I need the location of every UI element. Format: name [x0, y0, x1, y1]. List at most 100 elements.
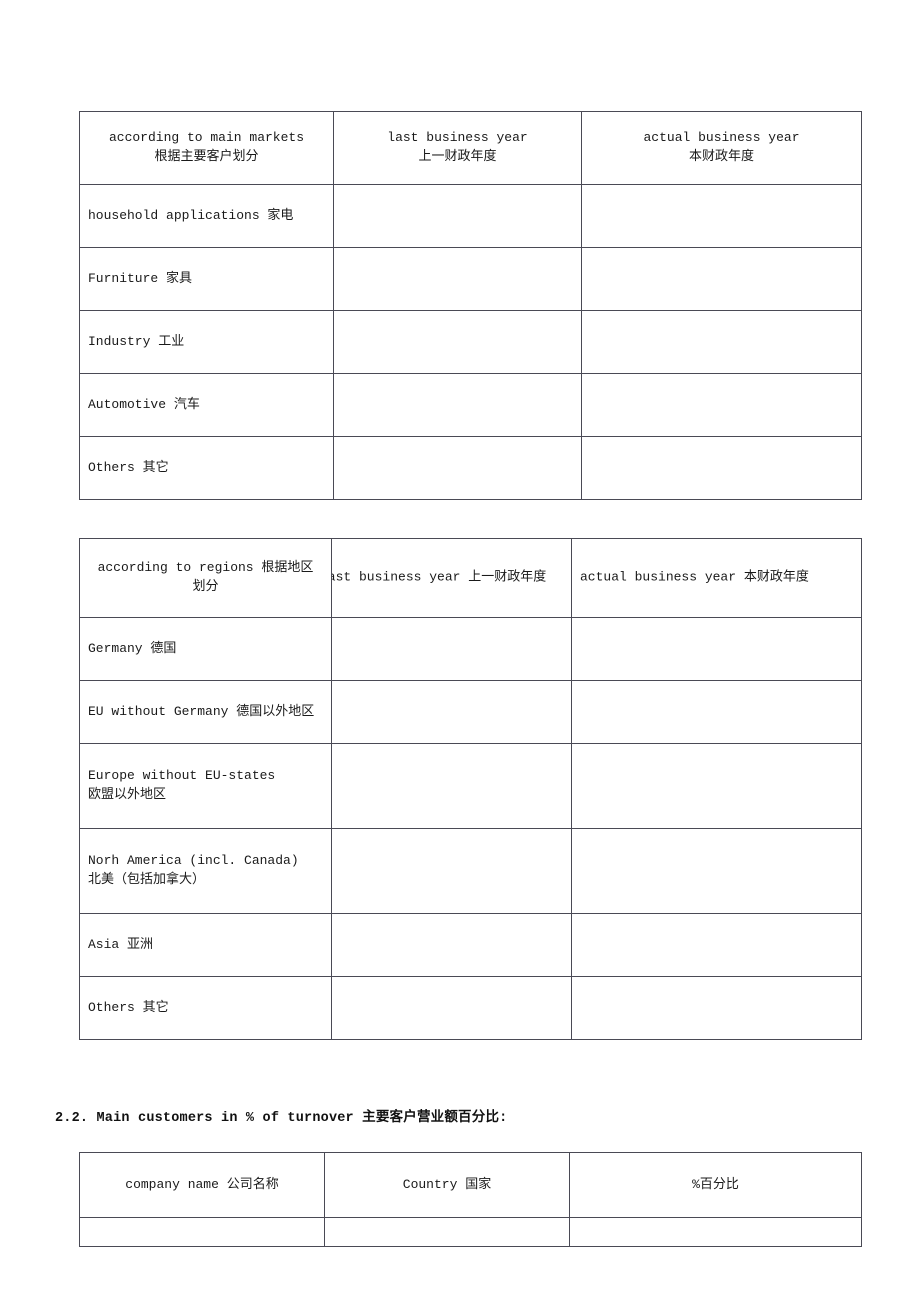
input-cell-actual-business-year[interactable] — [571, 976, 862, 1040]
input-cell-actual-business-year[interactable] — [571, 617, 862, 681]
row-label-line-1: Europe without EU-states — [88, 768, 276, 784]
cell-value — [325, 1226, 569, 1238]
cell-value — [582, 462, 861, 474]
table-row: Industry 工业 — [79, 310, 862, 374]
row-label-text: Others 其它 — [88, 999, 169, 1015]
input-cell-last-business-year[interactable] — [333, 184, 582, 248]
row-label-line-1: Norh America (incl. Canada) — [88, 853, 299, 869]
table-row: Others 其它 — [79, 976, 862, 1040]
cell-value — [332, 706, 571, 718]
input-cell-actual-business-year[interactable] — [571, 743, 862, 829]
input-cell-last-business-year[interactable] — [333, 310, 582, 374]
header-en: according to main markets — [108, 130, 305, 146]
input-cell-last-business-year[interactable] — [331, 680, 572, 744]
input-cell-last-business-year[interactable] — [333, 247, 582, 311]
row-label-asia: Asia 亚洲 — [79, 913, 332, 977]
row-label-industry: Industry 工业 — [79, 310, 334, 374]
header-cell-last-business-year: last business year 上一财政年度 — [331, 538, 572, 618]
input-cell-last-business-year[interactable] — [331, 913, 572, 977]
input-cell-last-business-year[interactable] — [331, 617, 572, 681]
cell-value — [332, 865, 571, 877]
cell-value — [332, 780, 571, 792]
cell-value — [572, 1002, 861, 1014]
cell-value — [582, 210, 861, 222]
header-en: actual business year — [643, 130, 800, 146]
table-row: Europe without EU-states 欧盟以外地区 — [79, 743, 862, 829]
table-main-markets: according to main markets 根据主要客户划分 last … — [79, 111, 862, 500]
heading-main-customers: 2.2. Main customers in % of turnover 主要客… — [55, 1111, 508, 1126]
row-label-household-applications: household applications 家电 — [79, 184, 334, 248]
row-label-others: Others 其它 — [79, 976, 332, 1040]
header-cell-last-business-year: last business year 上一财政年度 — [333, 111, 582, 185]
cell-value — [572, 939, 861, 951]
row-label-text: Automotive 汽车 — [88, 396, 200, 412]
input-cell-last-business-year[interactable] — [333, 373, 582, 437]
cell-value — [334, 399, 581, 411]
cell-value — [582, 399, 861, 411]
row-label-text: Industry 工业 — [88, 333, 185, 349]
table-row: Others 其它 — [79, 436, 862, 500]
header-zh: 上一财政年度 — [418, 149, 497, 164]
row-label-text: Others 其它 — [88, 459, 169, 475]
cell-value — [572, 780, 861, 792]
input-cell-last-business-year[interactable] — [331, 828, 572, 914]
header-cell-actual-business-year: actual business year 本财政年度 — [581, 111, 862, 185]
table-row-header: company name 公司名称 Country 国家 %百分比 — [79, 1152, 862, 1218]
input-cell-actual-business-year[interactable] — [581, 184, 862, 248]
input-cell-actual-business-year[interactable] — [571, 680, 862, 744]
row-label-text: household applications 家电 — [88, 207, 294, 223]
header-cell-company-name: company name 公司名称 — [79, 1152, 325, 1218]
row-label-text: Asia 亚洲 — [88, 936, 154, 952]
table-row — [79, 1217, 862, 1247]
input-cell-last-business-year[interactable] — [333, 436, 582, 500]
cell-value — [572, 706, 861, 718]
table-main-customers: company name 公司名称 Country 国家 %百分比 — [79, 1152, 862, 1247]
table-row: Asia 亚洲 — [79, 913, 862, 977]
table-row: Automotive 汽车 — [79, 373, 862, 437]
row-label-automotive: Automotive 汽车 — [79, 373, 334, 437]
row-label-text: Furniture 家具 — [88, 270, 193, 286]
header-line-1: according to regions 根据地区 — [97, 560, 314, 576]
input-cell-actual-business-year[interactable] — [581, 310, 862, 374]
input-cell-company-name[interactable] — [79, 1217, 325, 1247]
cell-value — [572, 643, 861, 655]
header-cell-according-to-regions: according to regions 根据地区 划分 — [79, 538, 332, 618]
input-cell-last-business-year[interactable] — [331, 743, 572, 829]
row-label-europe-without-eu-states: Europe without EU-states 欧盟以外地区 — [79, 743, 332, 829]
table-row: EU without Germany 德国以外地区 — [79, 680, 862, 744]
input-cell-country[interactable] — [324, 1217, 570, 1247]
table-row-header: according to main markets 根据主要客户划分 last … — [79, 111, 862, 185]
input-cell-actual-business-year[interactable] — [571, 828, 862, 914]
table-row-header: according to regions 根据地区 划分 last busine… — [79, 538, 862, 618]
input-cell-last-business-year[interactable] — [331, 976, 572, 1040]
input-cell-actual-business-year[interactable] — [581, 373, 862, 437]
cell-value — [572, 865, 861, 877]
input-cell-percent[interactable] — [569, 1217, 862, 1247]
document-page: according to main markets 根据主要客户划分 last … — [0, 0, 920, 1302]
cell-value — [334, 336, 581, 348]
cell-value — [334, 462, 581, 474]
input-cell-actual-business-year[interactable] — [581, 436, 862, 500]
table-regions: according to regions 根据地区 划分 last busine… — [79, 538, 862, 1040]
header-line-2: 划分 — [192, 579, 219, 594]
table-row: Furniture 家具 — [79, 247, 862, 311]
header-zh: 本财政年度 — [688, 149, 754, 164]
header-text: actual business year 本财政年度 — [580, 569, 809, 585]
input-cell-actual-business-year[interactable] — [581, 247, 862, 311]
row-label-eu-without-germany: EU without Germany 德国以外地区 — [79, 680, 332, 744]
row-label-line-2: 北美（包括加拿大） — [88, 872, 206, 887]
cell-value — [334, 210, 581, 222]
header-cell-according-to-main-markets: according to main markets 根据主要客户划分 — [79, 111, 334, 185]
header-zh: 根据主要客户划分 — [154, 149, 259, 164]
header-cell-actual-business-year: actual business year 本财政年度 — [571, 538, 862, 618]
row-label-text: EU without Germany 德国以外地区 — [88, 703, 315, 719]
table-row: Germany 德国 — [79, 617, 862, 681]
row-label-north-america: Norh America (incl. Canada) 北美（包括加拿大） — [79, 828, 332, 914]
cell-value — [570, 1226, 861, 1238]
row-label-furniture: Furniture 家具 — [79, 247, 334, 311]
header-text: last business year 上一财政年度 — [331, 569, 547, 585]
input-cell-actual-business-year[interactable] — [571, 913, 862, 977]
header-cell-country: Country 国家 — [324, 1152, 570, 1218]
row-label-others: Others 其它 — [79, 436, 334, 500]
table-row: Norh America (incl. Canada) 北美（包括加拿大） — [79, 828, 862, 914]
